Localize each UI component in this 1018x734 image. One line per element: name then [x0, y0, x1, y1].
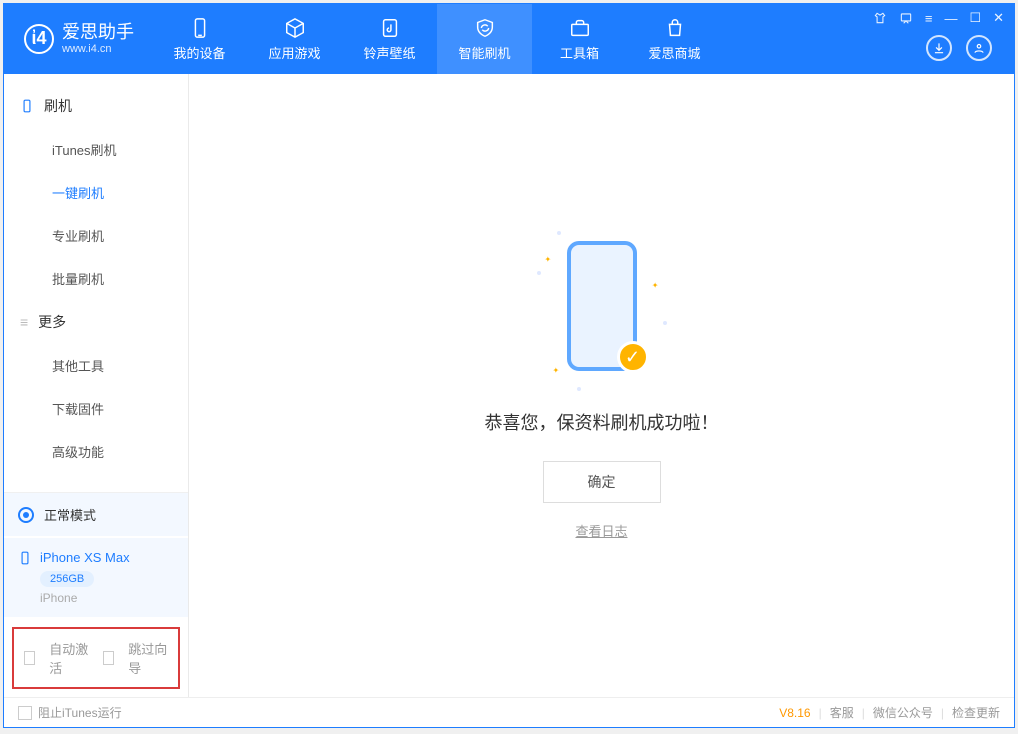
nav-label: 智能刷机 — [458, 43, 510, 62]
device-phone-icon — [18, 551, 32, 565]
music-icon — [379, 17, 401, 39]
sidebar-item-one-click-flash[interactable]: 一键刷机 — [4, 171, 188, 214]
sidebar-item-other-tools[interactable]: 其他工具 — [4, 344, 188, 387]
sidebar-section-more: ≡ 更多 — [4, 300, 188, 344]
menu-icon[interactable]: ≡ — [925, 11, 933, 26]
mode-strip[interactable]: 正常模式 — [4, 493, 188, 536]
sidebar-item-advanced[interactable]: 高级功能 — [4, 430, 188, 473]
titlebar: ἰ4 爱思助手 www.i4.cn 我的设备 应用游戏 铃声壁纸 智能刷机 — [4, 4, 1014, 74]
chk-auto-activate-label: 自动激活 — [49, 639, 89, 677]
app-window: ἰ4 爱思助手 www.i4.cn 我的设备 应用游戏 铃声壁纸 智能刷机 — [3, 3, 1015, 728]
status-link-wechat[interactable]: 微信公众号 — [873, 704, 933, 721]
device-name: iPhone XS Max — [40, 550, 130, 565]
sidebar-item-itunes-flash[interactable]: iTunes刷机 — [4, 128, 188, 171]
status-link-support[interactable]: 客服 — [830, 704, 854, 721]
sidebar-item-batch-flash[interactable]: 批量刷机 — [4, 257, 188, 300]
refresh-shield-icon — [474, 17, 496, 39]
phone-icon — [189, 17, 211, 39]
list-icon: ≡ — [20, 314, 28, 330]
checkbox-skip-guide[interactable] — [103, 651, 114, 665]
device-type: iPhone — [40, 591, 174, 605]
body-area: 刷机 iTunes刷机 一键刷机 专业刷机 批量刷机 ≡ 更多 其他工具 下载固… — [4, 74, 1014, 697]
main-content: ✦✦✦ ✓ 恭喜您，保资料刷机成功啦！ 确定 查看日志 — [189, 74, 1014, 697]
app-logo-icon: ἰ4 — [24, 24, 54, 54]
nav-tab-toolbox[interactable]: 工具箱 — [532, 4, 627, 74]
feedback-icon[interactable] — [899, 11, 913, 25]
section-label: 刷机 — [44, 96, 72, 116]
nav-tab-apps[interactable]: 应用游戏 — [247, 4, 342, 74]
nav-label: 我的设备 — [173, 43, 225, 62]
nav-tab-flash[interactable]: 智能刷机 — [437, 4, 532, 74]
success-check-icon: ✓ — [617, 341, 649, 373]
mode-label: 正常模式 — [44, 505, 96, 524]
nav-label: 爱思商城 — [648, 43, 700, 62]
close-icon[interactable]: ✕ — [993, 10, 1004, 26]
nav-tab-ringtones[interactable]: 铃声壁纸 — [342, 4, 437, 74]
phone-outline-icon — [20, 99, 34, 113]
section-label: 更多 — [38, 312, 66, 332]
statusbar: 阻止iTunes运行 V8.16 | 客服 | 微信公众号 | 检查更新 — [4, 697, 1014, 727]
checkbox-row-highlight: 自动激活 跳过向导 — [12, 627, 180, 689]
status-link-update[interactable]: 检查更新 — [952, 704, 1000, 721]
download-icon[interactable] — [926, 35, 952, 61]
checkbox-auto-activate[interactable] — [24, 651, 35, 665]
logo-block: ἰ4 爱思助手 www.i4.cn — [4, 23, 152, 55]
app-url: www.i4.cn — [62, 43, 134, 55]
success-message: 恭喜您，保资料刷机成功啦！ — [485, 409, 719, 435]
sidebar: 刷机 iTunes刷机 一键刷机 专业刷机 批量刷机 ≡ 更多 其他工具 下载固… — [4, 74, 189, 697]
capacity-badge: 256GB — [40, 571, 94, 587]
app-name: 爱思助手 — [62, 23, 134, 43]
ok-button[interactable]: 确定 — [543, 461, 661, 503]
shirt-icon[interactable] — [873, 11, 887, 25]
sidebar-item-download-firmware[interactable]: 下载固件 — [4, 387, 188, 430]
nav-label: 应用游戏 — [268, 43, 320, 62]
chk-skip-guide-label: 跳过向导 — [128, 639, 168, 677]
nav-label: 铃声壁纸 — [363, 43, 415, 62]
checkbox-block-itunes[interactable] — [18, 706, 32, 720]
cube-icon — [284, 17, 306, 39]
maximize-icon[interactable]: ☐ — [969, 10, 981, 26]
sidebar-item-pro-flash[interactable]: 专业刷机 — [4, 214, 188, 257]
sidebar-section-flash: 刷机 — [4, 84, 188, 128]
nav-tab-my-device[interactable]: 我的设备 — [152, 4, 247, 74]
toolbox-icon — [569, 17, 591, 39]
view-log-link[interactable]: 查看日志 — [575, 521, 627, 540]
block-itunes-label: 阻止iTunes运行 — [38, 704, 122, 721]
phone-illustration: ✦✦✦ ✓ — [537, 231, 667, 391]
nav-tab-store[interactable]: 爱思商城 — [627, 4, 722, 74]
mode-dot-icon — [18, 507, 34, 523]
minimize-icon[interactable]: — — [944, 11, 957, 26]
nav-tabs: 我的设备 应用游戏 铃声壁纸 智能刷机 工具箱 爱思商城 — [152, 4, 926, 74]
nav-label: 工具箱 — [560, 43, 599, 62]
version-label: V8.16 — [779, 706, 810, 720]
store-icon — [664, 17, 686, 39]
device-strip[interactable]: iPhone XS Max 256GB iPhone — [4, 538, 188, 617]
window-controls: ≡ — ☐ ✕ — [873, 10, 1004, 26]
user-icon[interactable] — [966, 35, 992, 61]
